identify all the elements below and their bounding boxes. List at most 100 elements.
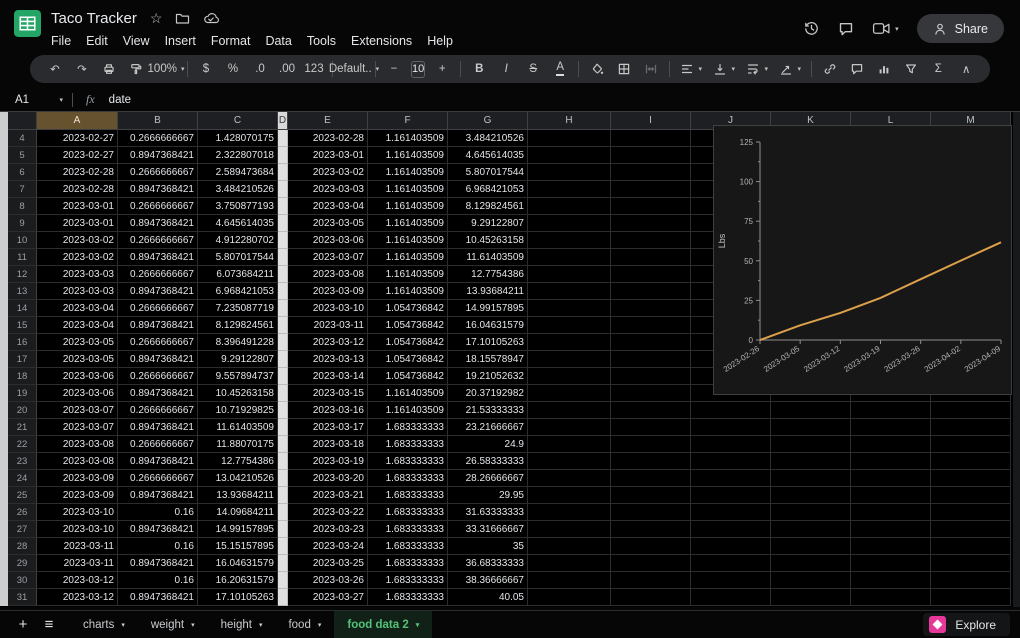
- cell-E26[interactable]: 2023-03-22: [288, 504, 368, 521]
- cell-I15[interactable]: [611, 317, 691, 334]
- cell-A27[interactable]: 2023-03-10: [37, 521, 118, 538]
- cell-H14[interactable]: [528, 300, 611, 317]
- cell-E9[interactable]: 2023-03-05: [288, 215, 368, 232]
- cell-A19[interactable]: 2023-03-06: [37, 385, 118, 402]
- zoom-select[interactable]: 100% ▾: [148, 58, 185, 80]
- cell-M22[interactable]: [931, 436, 1011, 453]
- cell-A11[interactable]: 2023-03-02: [37, 249, 118, 266]
- cell-D4[interactable]: [278, 130, 288, 147]
- cell-I19[interactable]: [611, 385, 691, 402]
- cell-I26[interactable]: [611, 504, 691, 521]
- cell-A15[interactable]: 2023-03-04: [37, 317, 118, 334]
- row-header-11[interactable]: 11: [8, 249, 37, 266]
- cell-K26[interactable]: [771, 504, 851, 521]
- cell-C15[interactable]: 8.129824561: [198, 317, 278, 334]
- cell-H29[interactable]: [528, 555, 611, 572]
- cell-A10[interactable]: 2023-03-02: [37, 232, 118, 249]
- cell-F15[interactable]: 1.054736842: [368, 317, 448, 334]
- cell-J21[interactable]: [691, 419, 771, 436]
- cell-D31[interactable]: [278, 589, 288, 606]
- cell-B23[interactable]: 0.8947368421: [118, 453, 198, 470]
- row-header-17[interactable]: 17: [8, 351, 37, 368]
- cell-L28[interactable]: [851, 538, 931, 555]
- cell-D12[interactable]: [278, 266, 288, 283]
- cell-K22[interactable]: [771, 436, 851, 453]
- column-header-E[interactable]: E: [288, 112, 368, 130]
- cell-E17[interactable]: 2023-03-13: [288, 351, 368, 368]
- cell-H16[interactable]: [528, 334, 611, 351]
- cell-C24[interactable]: 13.04210526: [198, 470, 278, 487]
- name-box[interactable]: A1 ▾: [0, 94, 72, 106]
- row-header-21[interactable]: 21: [8, 419, 37, 436]
- cell-D17[interactable]: [278, 351, 288, 368]
- cell-F28[interactable]: 1.683333333: [368, 538, 448, 555]
- cell-J28[interactable]: [691, 538, 771, 555]
- cell-A17[interactable]: 2023-03-05: [37, 351, 118, 368]
- cell-G27[interactable]: 33.31666667: [448, 521, 528, 538]
- cell-B7[interactable]: 0.8947368421: [118, 181, 198, 198]
- cell-G9[interactable]: 9.29122807: [448, 215, 528, 232]
- undo-button[interactable]: ↶: [42, 58, 68, 80]
- cell-C31[interactable]: 17.10105263: [198, 589, 278, 606]
- cell-C4[interactable]: 1.428070175: [198, 130, 278, 147]
- cell-M30[interactable]: [931, 572, 1011, 589]
- cell-H6[interactable]: [528, 164, 611, 181]
- row-header-8[interactable]: 8: [8, 198, 37, 215]
- cell-E30[interactable]: 2023-03-26: [288, 572, 368, 589]
- row-header-25[interactable]: 25: [8, 487, 37, 504]
- cell-L29[interactable]: [851, 555, 931, 572]
- cell-C25[interactable]: 13.93684211: [198, 487, 278, 504]
- cell-J22[interactable]: [691, 436, 771, 453]
- print-button[interactable]: [96, 58, 122, 80]
- cell-J25[interactable]: [691, 487, 771, 504]
- cell-F5[interactable]: 1.161403509: [368, 147, 448, 164]
- select-all-corner[interactable]: [8, 112, 37, 130]
- cell-B17[interactable]: 0.8947368421: [118, 351, 198, 368]
- cell-F27[interactable]: 1.683333333: [368, 521, 448, 538]
- cell-C14[interactable]: 7.235087719: [198, 300, 278, 317]
- sheet-tab-food[interactable]: food ▾: [275, 611, 334, 638]
- cell-G25[interactable]: 29.95: [448, 487, 528, 504]
- text-rotation-button[interactable]: ▾: [774, 58, 806, 80]
- create-filter-button[interactable]: [898, 58, 924, 80]
- cell-C26[interactable]: 14.09684211: [198, 504, 278, 521]
- cell-A4[interactable]: 2023-02-27: [37, 130, 118, 147]
- menu-file[interactable]: File: [44, 32, 78, 50]
- cell-J30[interactable]: [691, 572, 771, 589]
- cell-F7[interactable]: 1.161403509: [368, 181, 448, 198]
- cell-M29[interactable]: [931, 555, 1011, 572]
- cell-B22[interactable]: 0.2666666667: [118, 436, 198, 453]
- cell-H11[interactable]: [528, 249, 611, 266]
- cell-C13[interactable]: 6.968421053: [198, 283, 278, 300]
- menu-view[interactable]: View: [116, 32, 157, 50]
- cell-B13[interactable]: 0.8947368421: [118, 283, 198, 300]
- cell-D19[interactable]: [278, 385, 288, 402]
- row-header-24[interactable]: 24: [8, 470, 37, 487]
- row-header-6[interactable]: 6: [8, 164, 37, 181]
- cell-F26[interactable]: 1.683333333: [368, 504, 448, 521]
- cell-D16[interactable]: [278, 334, 288, 351]
- cell-A26[interactable]: 2023-03-10: [37, 504, 118, 521]
- cell-G19[interactable]: 20.37192982: [448, 385, 528, 402]
- cell-H7[interactable]: [528, 181, 611, 198]
- horizontal-align-button[interactable]: ▾: [675, 58, 707, 80]
- row-header-20[interactable]: 20: [8, 402, 37, 419]
- cell-M27[interactable]: [931, 521, 1011, 538]
- cell-E27[interactable]: 2023-03-23: [288, 521, 368, 538]
- cell-A13[interactable]: 2023-03-03: [37, 283, 118, 300]
- cell-G13[interactable]: 13.93684211: [448, 283, 528, 300]
- row-header-22[interactable]: 22: [8, 436, 37, 453]
- cell-K30[interactable]: [771, 572, 851, 589]
- cell-L22[interactable]: [851, 436, 931, 453]
- cell-I7[interactable]: [611, 181, 691, 198]
- cell-D30[interactable]: [278, 572, 288, 589]
- cell-C21[interactable]: 11.61403509: [198, 419, 278, 436]
- cell-I5[interactable]: [611, 147, 691, 164]
- cell-I28[interactable]: [611, 538, 691, 555]
- cell-M23[interactable]: [931, 453, 1011, 470]
- cell-G22[interactable]: 24.9: [448, 436, 528, 453]
- cell-A20[interactable]: 2023-03-07: [37, 402, 118, 419]
- cell-E8[interactable]: 2023-03-04: [288, 198, 368, 215]
- cell-I20[interactable]: [611, 402, 691, 419]
- cell-F19[interactable]: 1.161403509: [368, 385, 448, 402]
